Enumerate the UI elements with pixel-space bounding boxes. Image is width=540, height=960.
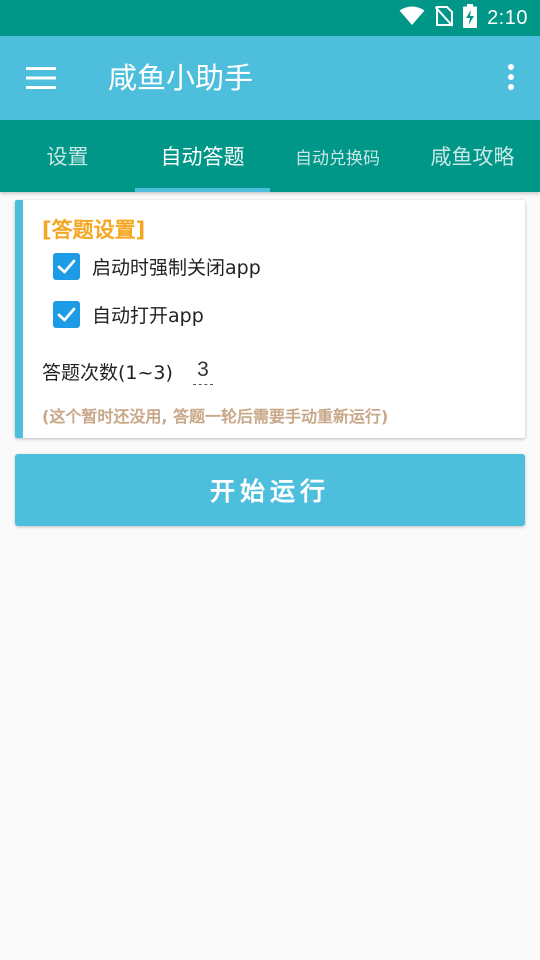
card-accent-bar (15, 200, 23, 438)
start-run-button[interactable]: 开始运行 (15, 454, 525, 526)
tab-label: 自动答题 (160, 145, 245, 169)
answer-count-input[interactable]: 3 (192, 358, 213, 385)
status-bar: 2:10 (0, 0, 540, 36)
auto-open-checkbox[interactable] (53, 301, 80, 328)
answer-count-row: 答题次数(1~3) 3 (42, 358, 213, 385)
force-close-label: 启动时强制关闭app (92, 257, 261, 279)
answer-settings-card: [答题设置] 启动时强制关闭app 自动打开app 答题次数(1~3) 3 (这… (15, 200, 525, 438)
hamburger-menu-icon[interactable] (26, 64, 58, 92)
app-title: 咸鱼小助手 (108, 61, 254, 95)
settings-note: (这个暂时还没用, 答题一轮后需要手动重新运行) (42, 407, 389, 426)
force-close-checkbox[interactable] (53, 253, 80, 280)
answer-count-label: 答题次数(1~3) (42, 362, 173, 384)
tab-auto-answer[interactable]: 自动答题 (135, 120, 270, 192)
status-icons: 2:10 (399, 0, 528, 36)
section-title: [答题设置] (42, 218, 146, 242)
more-vert-icon[interactable] (506, 62, 516, 94)
tab-bar: 设置 自动答题 自动兑换码 咸鱼攻略 (0, 120, 540, 192)
checkmark-icon (57, 259, 76, 274)
tab-auto-redeem-code[interactable]: 自动兑换码 (270, 120, 405, 192)
tab-label: 咸鱼攻略 (430, 145, 515, 169)
checkmark-icon (57, 307, 76, 322)
no-sim-icon (434, 5, 454, 31)
tab-label: 自动兑换码 (295, 148, 380, 169)
auto-open-option[interactable]: 自动打开app (53, 301, 204, 328)
auto-open-label: 自动打开app (92, 305, 204, 327)
wifi-icon (399, 6, 425, 30)
tab-settings[interactable]: 设置 (0, 120, 135, 192)
battery-charging-icon (463, 4, 478, 32)
force-close-option[interactable]: 启动时强制关闭app (53, 253, 261, 280)
app-bar: 咸鱼小助手 (0, 36, 540, 120)
status-time: 2:10 (487, 6, 528, 29)
tab-guide[interactable]: 咸鱼攻略 (405, 120, 540, 192)
tab-label: 设置 (46, 145, 89, 169)
